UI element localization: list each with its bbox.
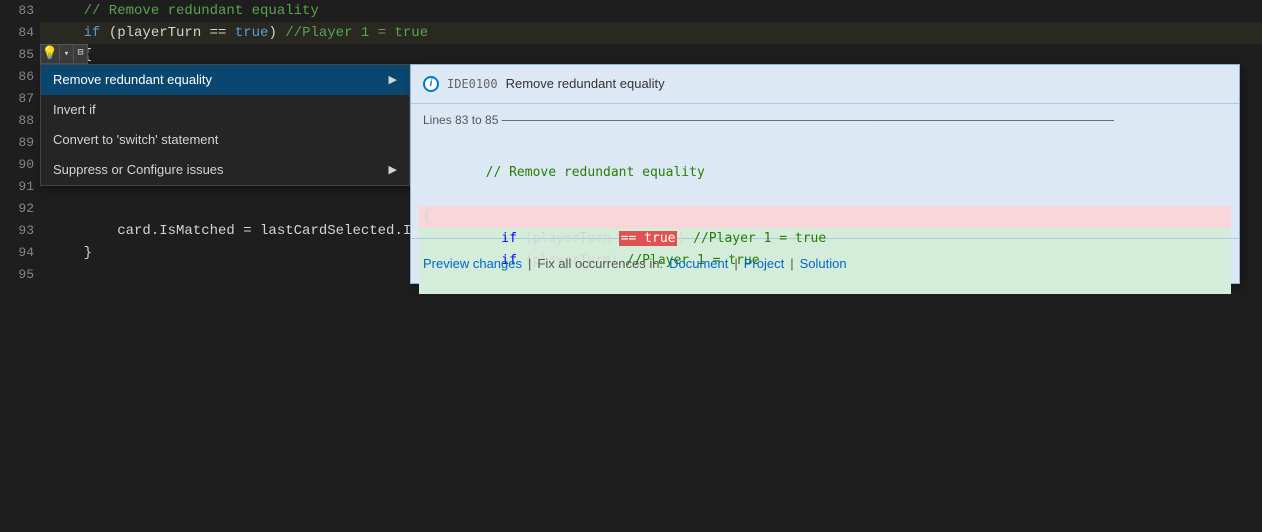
lightbulb-widget[interactable]: 💡 ▾ ⊟ <box>40 44 88 64</box>
footer-separator-1: | <box>528 253 531 275</box>
menu-item-invert-if[interactable]: Invert if <box>41 95 409 125</box>
lightbulb-small-icon[interactable]: ⊟ <box>74 44 88 64</box>
preview-lines-label: Lines 83 to 85 ─────────────────────────… <box>411 104 1239 136</box>
menu-item-remove-redundant-label: Remove redundant equality <box>53 69 212 91</box>
preview-changes-link[interactable]: Preview changes <box>423 253 522 275</box>
line-number-94: 94 <box>0 242 34 264</box>
fix-project-link[interactable]: Project <box>744 253 784 275</box>
footer-separator-3: | <box>790 253 793 275</box>
preview-code-line-comment: // Remove redundant equality <box>423 140 1227 162</box>
line-number-95: 95 <box>0 264 34 286</box>
line-number-91: 91 <box>0 176 34 198</box>
menu-item-suppress-label: Suppress or Configure issues <box>53 159 224 181</box>
code-line-84: if (playerTurn == true) //Player 1 = tru… <box>40 22 1262 44</box>
fix-all-label: Fix all occurrences in: <box>537 253 663 275</box>
line-number-90: 90 <box>0 154 34 176</box>
footer-separator-2: | <box>734 253 737 275</box>
context-menu: Remove redundant equality ▶ Invert if Co… <box>40 64 410 186</box>
preview-code-line-brace: { <box>423 206 1227 228</box>
line-number-86: 86 <box>0 66 34 88</box>
line-number-92: 92 <box>0 198 34 220</box>
preview-panel: i IDE0100 Remove redundant equality Line… <box>410 64 1240 284</box>
code-editor: 83 84 85 86 87 88 89 90 91 92 93 94 95 /… <box>0 0 1262 532</box>
menu-item-invert-if-label: Invert if <box>53 99 96 121</box>
line-number-85: 85 <box>0 44 34 66</box>
line-numbers: 83 84 85 86 87 88 89 90 91 92 93 94 95 <box>0 0 40 532</box>
code-line-83: // Remove redundant equality <box>40 0 1262 22</box>
menu-item-remove-redundant[interactable]: Remove redundant equality ▶ <box>41 65 409 95</box>
fix-document-link[interactable]: Document <box>669 253 728 275</box>
line-number-83: 83 <box>0 0 34 22</box>
fix-solution-link[interactable]: Solution <box>800 253 847 275</box>
menu-item-convert-switch[interactable]: Convert to 'switch' statement <box>41 125 409 155</box>
menu-item-remove-redundant-arrow: ▶ <box>389 69 397 91</box>
line-number-87: 87 <box>0 88 34 110</box>
preview-header: i IDE0100 Remove redundant equality <box>411 65 1239 103</box>
line-number-89: 89 <box>0 132 34 154</box>
info-icon: i <box>423 76 439 92</box>
preview-code-area: // Remove redundant equality if (playerT… <box>411 136 1239 232</box>
preview-header-title: Remove redundant equality <box>506 73 665 95</box>
line-number-84: 84 <box>0 22 34 44</box>
line-number-93: 93 <box>0 220 34 242</box>
lightbulb-button[interactable]: 💡 <box>40 44 60 64</box>
menu-item-convert-switch-label: Convert to 'switch' statement <box>53 129 218 151</box>
code-line-85: { <box>40 44 1262 66</box>
preview-code-line-added: if (playerTurn) //Player 1 = true <box>423 184 1227 206</box>
lightbulb-dropdown-arrow[interactable]: ▾ <box>60 44 74 64</box>
menu-item-suppress[interactable]: Suppress or Configure issues ▶ <box>41 155 409 185</box>
preview-header-code: IDE0100 <box>447 73 498 95</box>
menu-item-suppress-arrow: ▶ <box>389 159 397 181</box>
line-number-88: 88 <box>0 110 34 132</box>
